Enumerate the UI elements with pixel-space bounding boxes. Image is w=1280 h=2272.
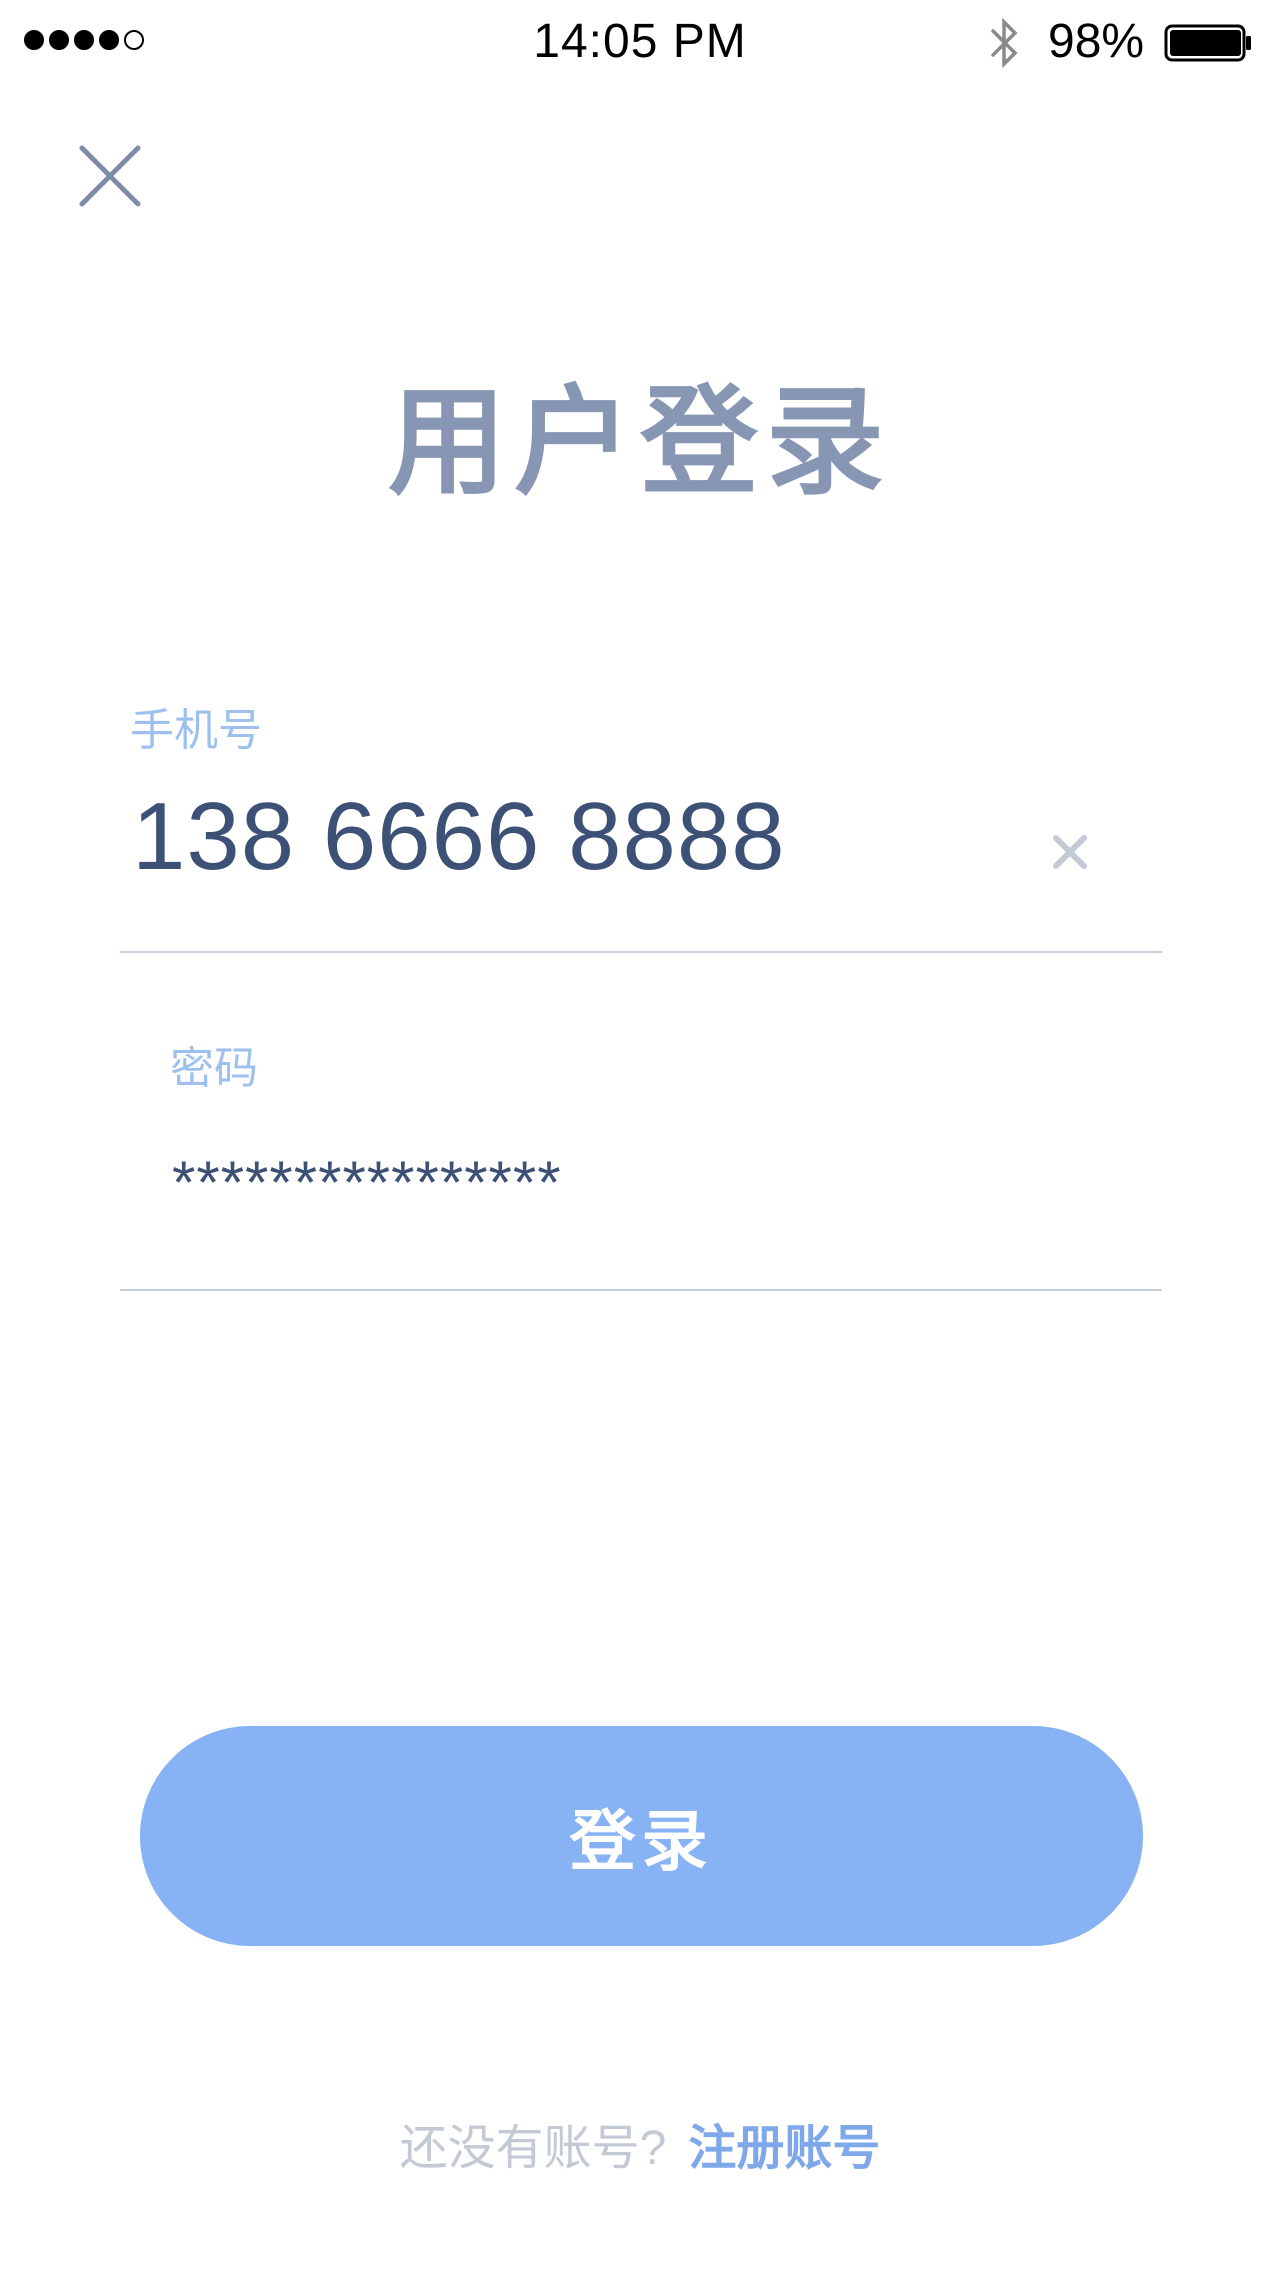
battery-percent: 98% bbox=[1048, 15, 1145, 68]
clear-icon[interactable] bbox=[1052, 834, 1088, 870]
phone-divider bbox=[120, 951, 1162, 953]
no-account-text: 还没有账号? bbox=[399, 2122, 667, 2175]
password-input[interactable]: **************** bbox=[172, 1148, 562, 1217]
password-divider bbox=[120, 1289, 1162, 1291]
phone-input[interactable]: 138 6666 8888 bbox=[132, 782, 786, 892]
page-title: 用户登录 bbox=[387, 377, 892, 509]
register-link[interactable]: 注册账号 bbox=[688, 2122, 880, 2175]
register-prompt: 还没有账号? 注册账号 bbox=[0, 2108, 1280, 2178]
password-label: 密码 bbox=[170, 1044, 258, 1093]
bluetooth-icon bbox=[991, 17, 1018, 69]
battery-icon bbox=[1164, 24, 1251, 62]
status-bar: 14:05 PM 98% bbox=[0, 0, 1280, 88]
login-button[interactable]: 登录 bbox=[140, 1726, 1143, 1946]
close-icon[interactable] bbox=[70, 136, 150, 216]
phone-label: 手机号 bbox=[130, 706, 262, 755]
